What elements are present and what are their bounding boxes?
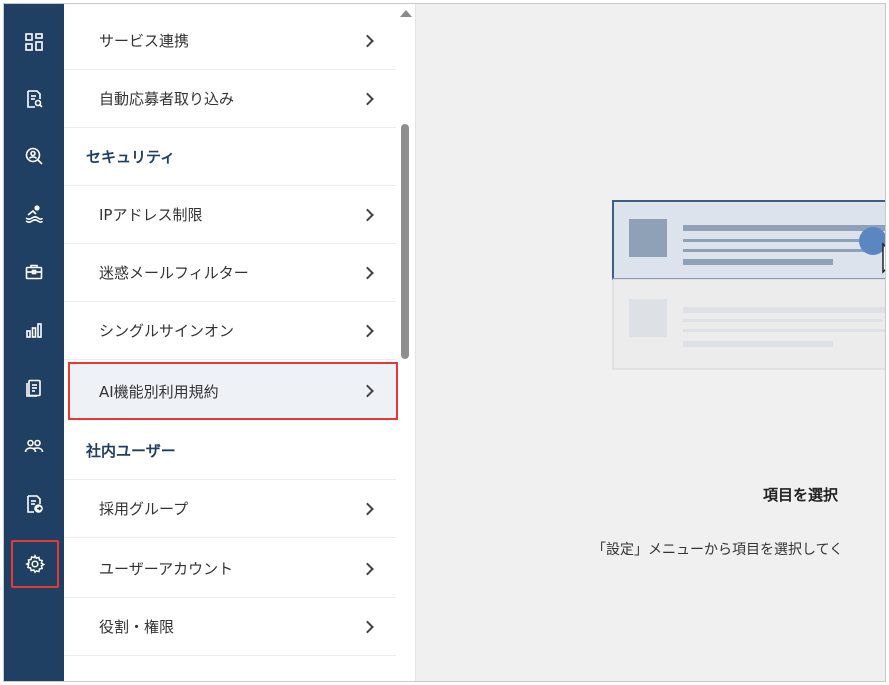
chevron-right-icon: [361, 324, 374, 337]
settings-menu: サービス連携 自動応募者取り込み セキュリティ IPアドレス制限 迷惑メールフィ…: [64, 4, 416, 681]
menu-item-label: 採用グループ: [99, 500, 189, 518]
icon-rail: [4, 4, 64, 681]
chevron-right-icon: [361, 92, 374, 105]
select-item-illustration: [612, 200, 885, 370]
scroll-thumb[interactable]: [401, 124, 409, 359]
document-list-icon[interactable]: [4, 368, 64, 408]
scroll-up-arrow-icon[interactable]: [400, 10, 412, 17]
menu-item-label: ユーザーアカウント: [99, 560, 234, 578]
menu-scrollbar[interactable]: [398, 4, 412, 681]
bar-chart-icon[interactable]: [4, 310, 64, 350]
menu-item-label: IPアドレス制限: [99, 206, 203, 224]
chevron-right-icon: [361, 384, 374, 398]
menu-item-recruit-group[interactable]: 採用グループ: [64, 480, 396, 538]
menu-item-ip-restriction[interactable]: IPアドレス制限: [64, 186, 396, 244]
section-heading-internal-users: 社内ユーザー: [64, 422, 396, 480]
search-document-icon[interactable]: [4, 79, 64, 119]
menu-item-sso[interactable]: シングルサインオン: [64, 302, 396, 360]
chevron-right-icon: [361, 266, 374, 279]
chevron-right-icon: [361, 562, 374, 575]
chevron-right-icon: [361, 620, 374, 633]
menu-item-label: 迷惑メールフィルター: [99, 264, 249, 282]
menu-item-spam-filter[interactable]: 迷惑メールフィルター: [64, 244, 396, 302]
section-heading-security: セキュリティ: [64, 128, 396, 186]
briefcase-icon[interactable]: [4, 252, 64, 292]
swimmer-icon[interactable]: [4, 194, 64, 234]
menu-item-auto-import[interactable]: 自動応募者取り込み: [64, 70, 396, 128]
chevron-right-icon: [361, 502, 374, 515]
content-area: 項目を選択 「設定」メニューから項目を選択してく: [416, 4, 885, 681]
dashboard-icon[interactable]: [4, 22, 64, 62]
menu-item-label: 自動応募者取り込み: [99, 90, 235, 108]
menu-item-label: AI機能別利用規約: [99, 382, 219, 401]
menu-item-user-account[interactable]: ユーザーアカウント: [64, 540, 396, 598]
menu-item-roles-permissions[interactable]: 役割・権限: [64, 598, 396, 656]
gear-icon[interactable]: [11, 540, 59, 588]
people-icon[interactable]: [4, 426, 64, 466]
person-search-icon[interactable]: [4, 136, 64, 176]
chevron-right-icon: [361, 208, 374, 221]
content-description: 「設定」メニューから項目を選択してく: [592, 542, 844, 558]
menu-item-label: シングルサインオン: [99, 322, 235, 340]
chevron-right-icon: [361, 34, 374, 47]
menu-item-ai-terms[interactable]: AI機能別利用規約: [68, 362, 398, 420]
app-window: サービス連携 自動応募者取り込み セキュリティ IPアドレス制限 迷惑メールフィ…: [3, 3, 886, 682]
content-title: 項目を選択: [762, 486, 838, 504]
menu-item-service-integration[interactable]: サービス連携: [64, 12, 396, 70]
document-arrow-icon[interactable]: [4, 484, 64, 524]
menu-item-label: 役割・権限: [99, 618, 175, 636]
menu-item-label: サービス連携: [99, 32, 190, 50]
